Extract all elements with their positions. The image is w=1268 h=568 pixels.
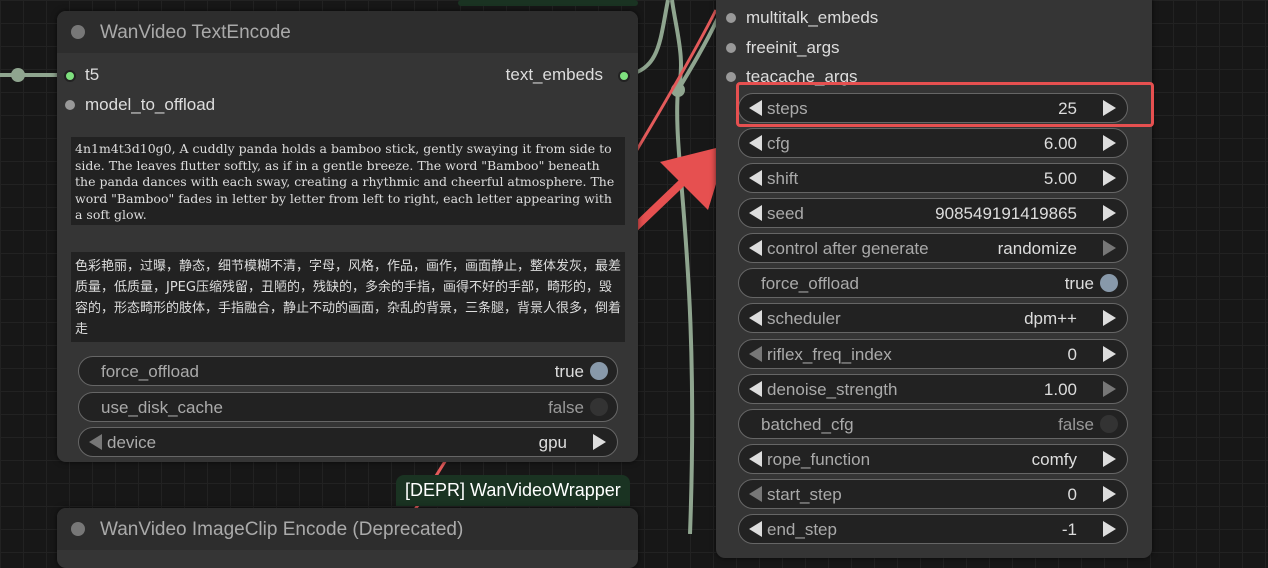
batched-cfg-toggle[interactable]: batched_cfg false xyxy=(738,409,1128,439)
widget-label: force_offload xyxy=(761,274,859,293)
end-step-number[interactable]: end_step -1 xyxy=(738,514,1128,544)
increment-arrow-icon[interactable] xyxy=(1103,521,1116,537)
decrement-arrow-icon[interactable] xyxy=(89,434,102,450)
widget-label: cfg xyxy=(767,134,790,153)
force-offload-toggle[interactable]: force_offload true xyxy=(738,268,1128,298)
decrement-arrow-icon[interactable] xyxy=(749,310,762,326)
increment-arrow-icon[interactable] xyxy=(593,434,606,450)
decrement-arrow-icon[interactable] xyxy=(749,521,762,537)
connected-slot-icon[interactable] xyxy=(618,70,630,82)
seed-number[interactable]: seed 908549191419865 xyxy=(738,198,1128,228)
empty-slot-icon[interactable] xyxy=(65,100,75,110)
slot-label: multitalk_embeds xyxy=(746,8,879,27)
decrement-arrow-icon[interactable] xyxy=(749,346,762,362)
widget-label: scheduler xyxy=(767,309,841,328)
node-title-bar[interactable]: WanVideo ImageClip Encode (Deprecated) xyxy=(57,508,638,550)
increment-arrow-icon[interactable] xyxy=(1103,205,1116,221)
widget-value: 1.00 xyxy=(1043,380,1077,399)
slot-label: t5 xyxy=(85,65,100,84)
toggle-on-icon xyxy=(590,362,608,380)
denoise-strength-number[interactable]: denoise_strength 1.00 xyxy=(738,374,1128,404)
widget-value: true xyxy=(554,362,584,381)
increment-arrow-icon[interactable] xyxy=(1103,240,1116,256)
widget-label: batched_cfg xyxy=(761,415,854,434)
widget-label: start_step xyxy=(767,485,842,504)
widget-label: rope_function xyxy=(767,450,871,469)
widget-label: shift xyxy=(767,169,799,188)
slot-label: text_embeds xyxy=(505,65,603,84)
device-combo[interactable]: device gpu xyxy=(78,427,618,457)
decrement-arrow-icon[interactable] xyxy=(749,240,762,256)
widget-label: denoise_strength xyxy=(767,380,898,399)
node-title: WanVideo TextEncode xyxy=(100,22,291,43)
increment-arrow-icon[interactable] xyxy=(1103,346,1116,362)
start-step-number[interactable]: start_step 0 xyxy=(738,479,1128,509)
widget-value: 0 xyxy=(1067,485,1077,504)
toggle-off-icon xyxy=(1100,415,1118,433)
increment-arrow-icon[interactable] xyxy=(1103,135,1116,151)
widget-label: force_offload xyxy=(101,362,199,381)
steps-highlight-box xyxy=(736,82,1154,127)
force-offload-toggle[interactable]: force_offload true xyxy=(78,356,618,386)
increment-arrow-icon[interactable] xyxy=(1103,486,1116,502)
positive-prompt-textarea[interactable]: 4n1m4t3d10g0, A cuddly panda holds a bam… xyxy=(71,137,625,225)
empty-slot-icon[interactable] xyxy=(726,13,736,23)
scheduler-combo[interactable]: scheduler dpm++ xyxy=(738,303,1128,333)
increment-arrow-icon[interactable] xyxy=(1103,310,1116,326)
widget-value: 908549191419865 xyxy=(935,204,1077,223)
output-slot-text-embeds[interactable]: text_embeds xyxy=(430,65,630,87)
image-clip-node[interactable]: WanVideo ImageClip Encode (Deprecated) xyxy=(57,508,638,568)
widget-value: false xyxy=(1058,415,1094,434)
widget-value: 5.00 xyxy=(1043,169,1077,188)
widget-value: false xyxy=(548,398,584,417)
widget-label: use_disk_cache xyxy=(101,398,223,417)
widget-label: end_step xyxy=(767,520,837,539)
widget-value: randomize xyxy=(997,239,1077,258)
connected-slot-icon[interactable] xyxy=(64,70,76,82)
widget-value: 6.00 xyxy=(1043,134,1077,153)
widget-value: 0 xyxy=(1067,345,1077,364)
decrement-arrow-icon[interactable] xyxy=(749,205,762,221)
increment-arrow-icon[interactable] xyxy=(1103,170,1116,186)
shift-number[interactable]: shift 5.00 xyxy=(738,163,1128,193)
decrement-arrow-icon[interactable] xyxy=(749,135,762,151)
slot-label: freeinit_args xyxy=(746,38,840,57)
control-after-generate-combo[interactable]: control after generate randomize xyxy=(738,233,1128,263)
widget-value: -1 xyxy=(1061,520,1077,539)
decrement-arrow-icon[interactable] xyxy=(749,381,762,397)
toggle-on-icon xyxy=(1100,274,1118,292)
widget-label: device xyxy=(107,433,157,452)
widget-value: true xyxy=(1064,274,1094,293)
widget-label: control after generate xyxy=(767,239,929,258)
decrement-arrow-icon[interactable] xyxy=(749,170,762,186)
widget-value: comfy xyxy=(1031,450,1077,469)
widget-value: gpu xyxy=(538,433,567,452)
decrement-arrow-icon[interactable] xyxy=(749,451,762,467)
widget-label: riflex_freq_index xyxy=(767,345,892,364)
toggle-off-icon xyxy=(590,398,608,416)
widget-label: seed xyxy=(767,204,804,223)
riflex-freq-index-number[interactable]: riflex_freq_index 0 xyxy=(738,339,1128,369)
text-encode-node[interactable]: WanVideo TextEncode t5 model_to_offload … xyxy=(57,11,638,462)
empty-slot-icon[interactable] xyxy=(726,72,736,82)
increment-arrow-icon[interactable] xyxy=(1103,381,1116,397)
cfg-number[interactable]: cfg 6.00 xyxy=(738,128,1128,158)
collapse-dot-icon[interactable] xyxy=(71,25,85,39)
use-disk-cache-toggle[interactable]: use_disk_cache false xyxy=(78,392,618,422)
slot-label: model_to_offload xyxy=(85,95,216,114)
rope-function-combo[interactable]: rope_function comfy xyxy=(738,444,1128,474)
node-title-bar[interactable]: WanVideo TextEncode xyxy=(57,11,638,53)
decrement-arrow-icon[interactable] xyxy=(749,486,762,502)
empty-slot-icon[interactable] xyxy=(726,43,736,53)
widget-value: dpm++ xyxy=(1024,309,1077,328)
negative-prompt-textarea[interactable]: 色彩艳丽，过曝，静态，细节模糊不清，字母，风格，作品，画作，画面静止，整体发灰，… xyxy=(71,252,625,342)
increment-arrow-icon[interactable] xyxy=(1103,451,1116,467)
node-title: WanVideo ImageClip Encode (Deprecated) xyxy=(100,519,464,540)
wrapper-node-badge[interactable]: [DEPR] WanVideoWrapper xyxy=(396,475,630,506)
